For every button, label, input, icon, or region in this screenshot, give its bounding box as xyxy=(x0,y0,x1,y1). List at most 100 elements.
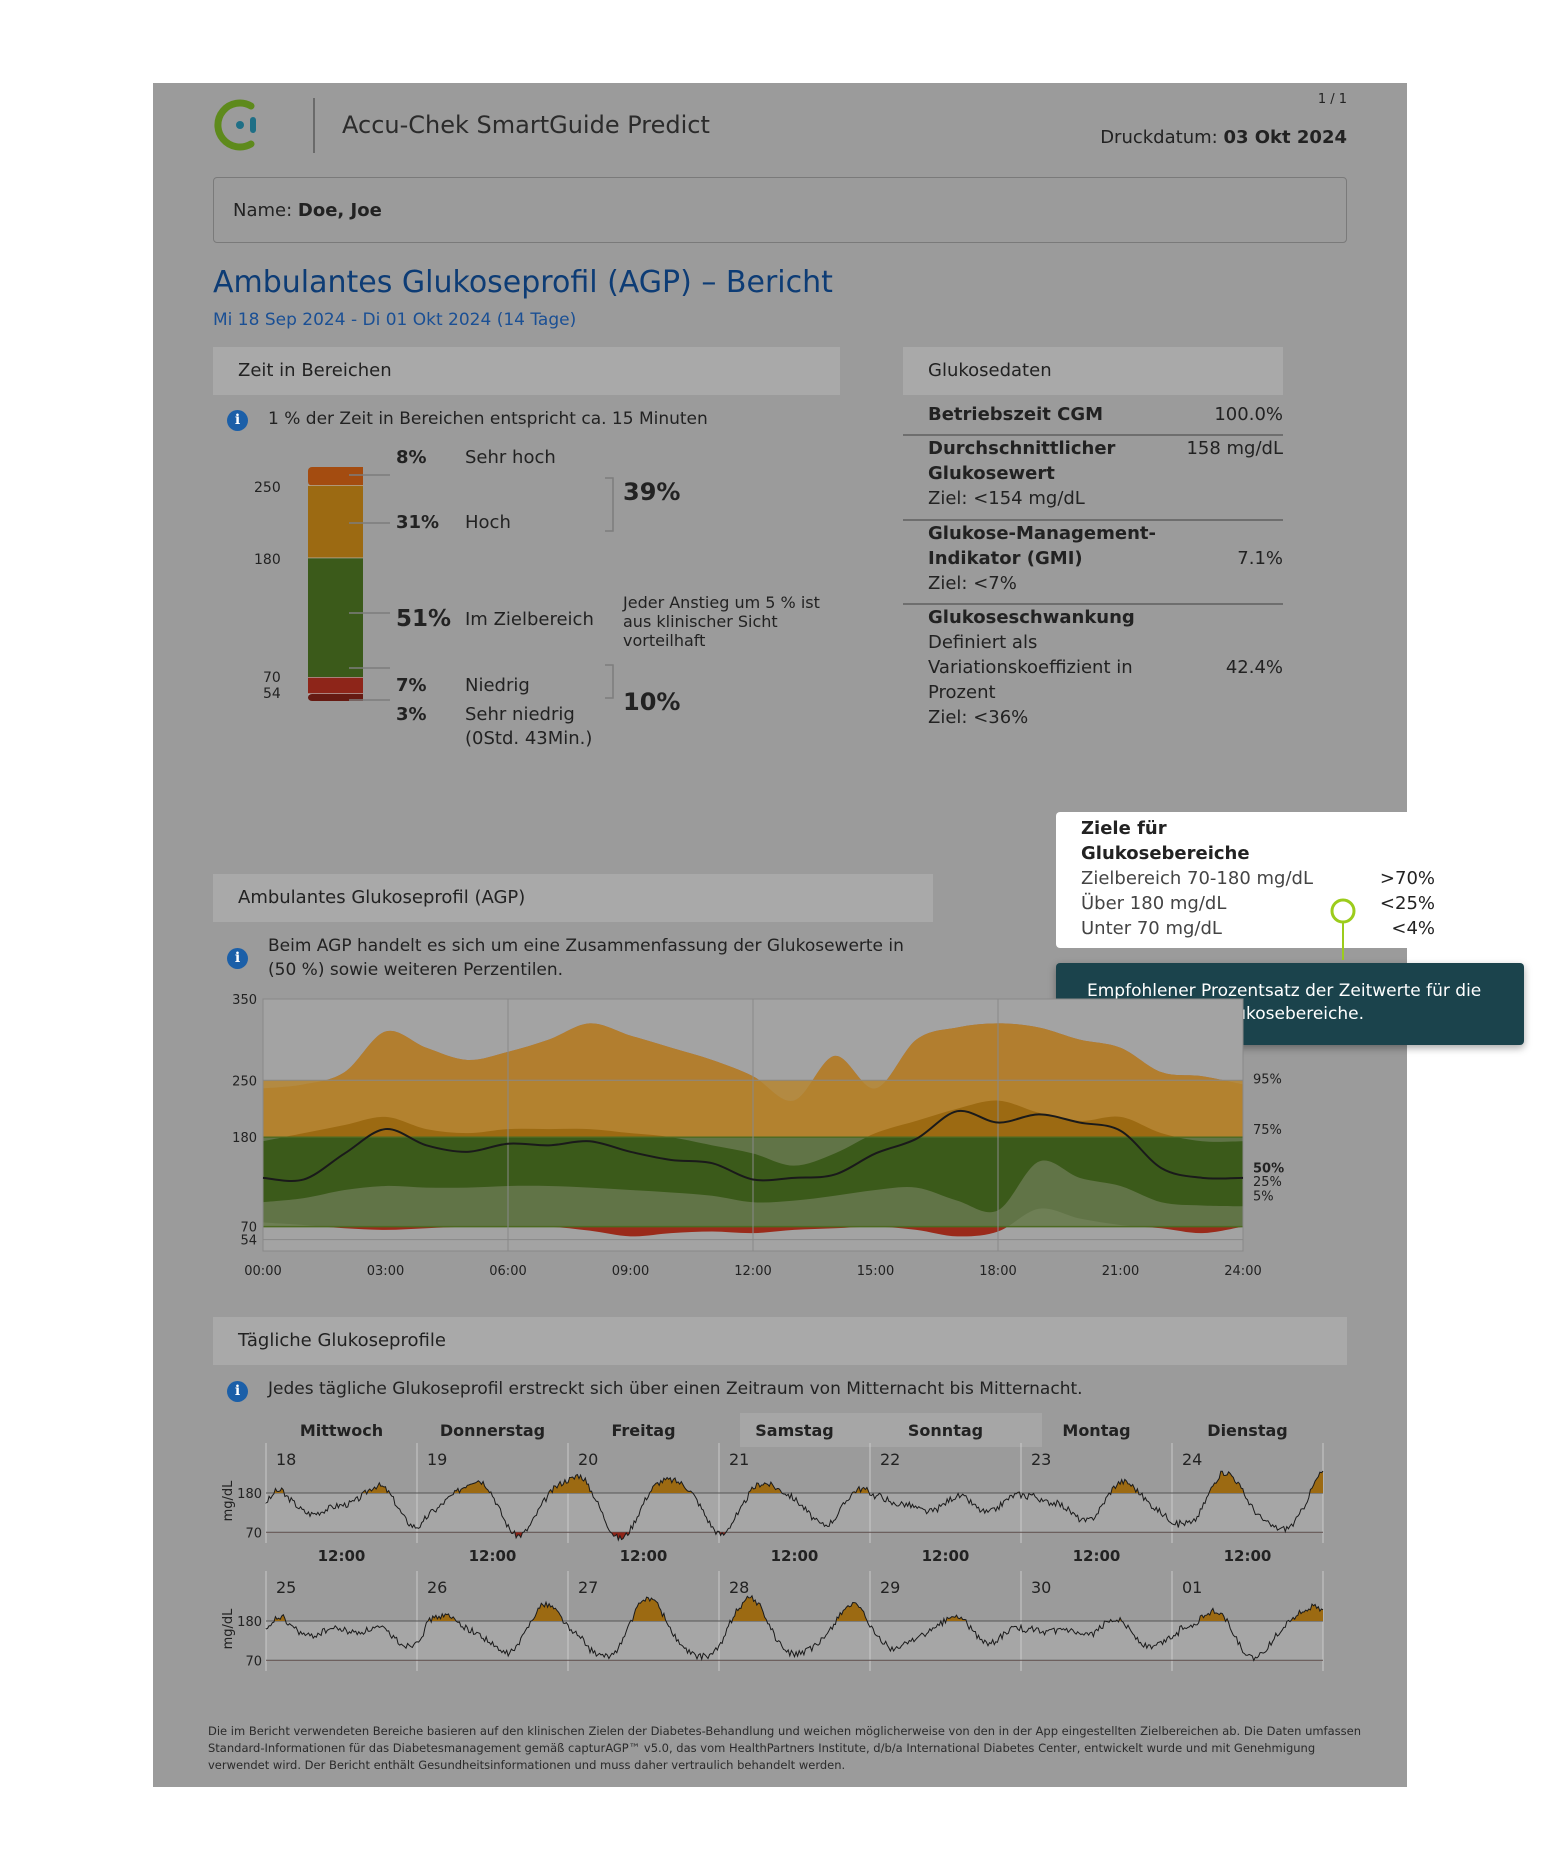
weekday-label: Donnerstag xyxy=(439,1421,546,1440)
tir-tick-250: 250 xyxy=(254,480,281,496)
tir-low-label: Niedrig xyxy=(465,675,530,696)
variability-target: Ziel: <36% xyxy=(928,707,1029,728)
agp-percentile-label: 75% xyxy=(1253,1123,1282,1138)
gmi-label-2: Indikator (GMI) xyxy=(928,548,1083,569)
info-icon: i xyxy=(227,948,248,969)
daily-unit-label: mg/dL xyxy=(221,1480,236,1522)
tir-below-total: 10% xyxy=(623,688,681,716)
glucose-data-table: Betriebszeit CGM 100.0% Durchschnittlich… xyxy=(903,395,1283,815)
weekday-label: Samstag xyxy=(755,1421,834,1440)
below-range-label: Unter 70 mg/dL xyxy=(1081,918,1222,939)
daily-noon-label: 12:00 xyxy=(922,1547,970,1565)
daily-date-label: 01 xyxy=(1182,1578,1202,1597)
above-range-label: Über 180 mg/dL xyxy=(1081,893,1227,914)
agp-x-tick-label: 24:00 xyxy=(1224,1264,1261,1279)
info-icon: i xyxy=(227,1381,248,1402)
page-number: 1 / 1 xyxy=(1317,92,1347,107)
agp-x-tick-label: 15:00 xyxy=(857,1264,894,1279)
daily-date-label: 20 xyxy=(578,1450,598,1469)
gmi-value: 7.1% xyxy=(1237,548,1283,569)
daily-noon-label: 12:00 xyxy=(771,1547,819,1565)
daily-date-label: 21 xyxy=(729,1450,749,1469)
daily-noon-label: 12:00 xyxy=(318,1547,366,1565)
agp-info-line-2: (50 %) sowie weiteren Perzentilen. xyxy=(268,960,564,980)
time-in-ranges-header: Zeit in Bereichen xyxy=(213,347,840,395)
name-label: Name: xyxy=(233,200,293,221)
agp-y-tick-label: 250 xyxy=(232,1074,257,1089)
glucose-data-header: Glukosedaten xyxy=(903,347,1283,395)
agp-percentile-label: 25% xyxy=(1253,1175,1282,1190)
daily-date-label: 19 xyxy=(427,1450,447,1469)
avg-label-2: Glukosewert xyxy=(928,463,1055,484)
accu-chek-logo-icon xyxy=(214,99,256,151)
daily-info-text: Jedes tägliche Glukoseprofil erstreckt s… xyxy=(268,1379,1083,1399)
agp-percentile-label: 5% xyxy=(1253,1190,1274,1205)
daily-date-label: 26 xyxy=(427,1578,447,1597)
daily-date-label: 29 xyxy=(880,1578,900,1597)
info-icon: i xyxy=(227,410,248,431)
patient-name-box: Name: Doe, Joe xyxy=(213,177,1347,243)
variability-value: 42.4% xyxy=(1225,657,1283,678)
page-background: Accu-Chek SmartGuide Predict 1 / 1 Druck… xyxy=(0,0,1554,1864)
report-date-range: Mi 18 Sep 2024 - Di 01 Okt 2024 (14 Tage… xyxy=(213,310,577,330)
agp-header: Ambulantes Glukoseprofil (AGP) xyxy=(213,874,933,922)
variability-desc-2: Variationskoeffizient in xyxy=(928,657,1133,678)
tir-very-high-pct: 8% xyxy=(396,447,427,468)
tir-info-text: 1 % der Zeit in Bereichen entspricht ca.… xyxy=(268,409,708,429)
daily-date-label: 27 xyxy=(578,1578,598,1597)
daily-date-label: 28 xyxy=(729,1578,749,1597)
agp-info-line-1: Beim AGP handelt es sich um eine Zusamme… xyxy=(268,936,904,956)
variability-desc-1: Definiert als xyxy=(928,632,1038,653)
daily-date-label: 30 xyxy=(1031,1578,1051,1597)
weekday-label: Freitag xyxy=(611,1421,676,1440)
daily-profiles-chart: 18 19 20 21 22 23 24 180 70 mg/dL 12:00 12:00 12:00 1… xyxy=(221,1443,1324,1671)
glucose-range-targets-card: Ziele für Glukosebereiche Zielbereich 70… xyxy=(1056,812,1524,948)
tir-high-label: Hoch xyxy=(465,512,511,533)
agp-x-tick-label: 12:00 xyxy=(734,1264,771,1279)
agp-x-tick-label: 00:00 xyxy=(244,1264,281,1279)
daily-date-label: 22 xyxy=(880,1450,900,1469)
agp-x-tick-label: 06:00 xyxy=(489,1264,526,1279)
tir-high-pct: 31% xyxy=(396,512,440,533)
agp-x-tick-label: 21:00 xyxy=(1102,1264,1139,1279)
variability-desc-3: Prozent xyxy=(928,682,996,703)
daily-y-tick-70: 70 xyxy=(245,1526,262,1541)
daily-unit-label: mg/dL xyxy=(221,1608,236,1650)
agp-y-tick-label: 180 xyxy=(232,1131,257,1146)
agp-x-tick-label: 18:00 xyxy=(979,1264,1016,1279)
agp-chart: 350250180705400:00 03:00 06:00 09:00 12:00 15… xyxy=(232,993,1284,1279)
daily-date-label: 18 xyxy=(276,1450,296,1469)
weekday-label: Sonntag xyxy=(907,1421,984,1440)
variability-label: Glukoseschwankung xyxy=(928,607,1135,628)
cgm-label: Betriebszeit CGM xyxy=(928,404,1104,425)
tir-tick-54: 54 xyxy=(263,686,281,702)
print-date: Druckdatum: 03 Okt 2024 xyxy=(1100,127,1347,148)
tir-above-total: 39% xyxy=(623,478,681,506)
cgm-value: 100.0% xyxy=(1214,404,1283,425)
report-page: Accu-Chek SmartGuide Predict 1 / 1 Druck… xyxy=(153,83,1524,1787)
hotspot-marker-icon[interactable] xyxy=(1328,898,1368,968)
daily-target-band xyxy=(266,1493,1323,1533)
tir-very-high-label: Sehr hoch xyxy=(465,447,556,468)
daily-noon-label: 12:00 xyxy=(620,1547,668,1565)
target-range-label: Zielbereich 70-180 mg/dL xyxy=(1081,868,1313,889)
report-title: Ambulantes Glukoseprofil (AGP) – Bericht xyxy=(213,265,833,300)
target-range-value: >70% xyxy=(1379,868,1435,889)
tir-very-low-duration: (0Std. 43Min.) xyxy=(465,728,593,749)
agp-percentile-label: 50% xyxy=(1253,1161,1284,1176)
agp-y-tick-label: 54 xyxy=(240,1234,257,1249)
tir-low-pct: 7% xyxy=(396,675,427,696)
agp-x-tick-label: 09:00 xyxy=(612,1264,649,1279)
daily-noon-label: 12:00 xyxy=(1073,1547,1121,1565)
tir-target-label: Im Zielbereich xyxy=(465,609,594,630)
avg-target: Ziel: <154 mg/dL xyxy=(928,488,1085,509)
daily-y-tick-180: 180 xyxy=(237,1615,262,1630)
daily-y-tick-180: 180 xyxy=(237,1487,262,1502)
print-date-label: Druckdatum: xyxy=(1100,127,1218,148)
weekday-label: Mittwoch xyxy=(299,1421,384,1440)
weekday-label: Dienstag xyxy=(1207,1421,1288,1440)
print-date-value: 03 Okt 2024 xyxy=(1223,127,1347,148)
targets-title-1: Ziele für xyxy=(1081,818,1167,839)
daily-date-label: 25 xyxy=(276,1578,296,1597)
daily-y-tick-70: 70 xyxy=(245,1654,262,1669)
